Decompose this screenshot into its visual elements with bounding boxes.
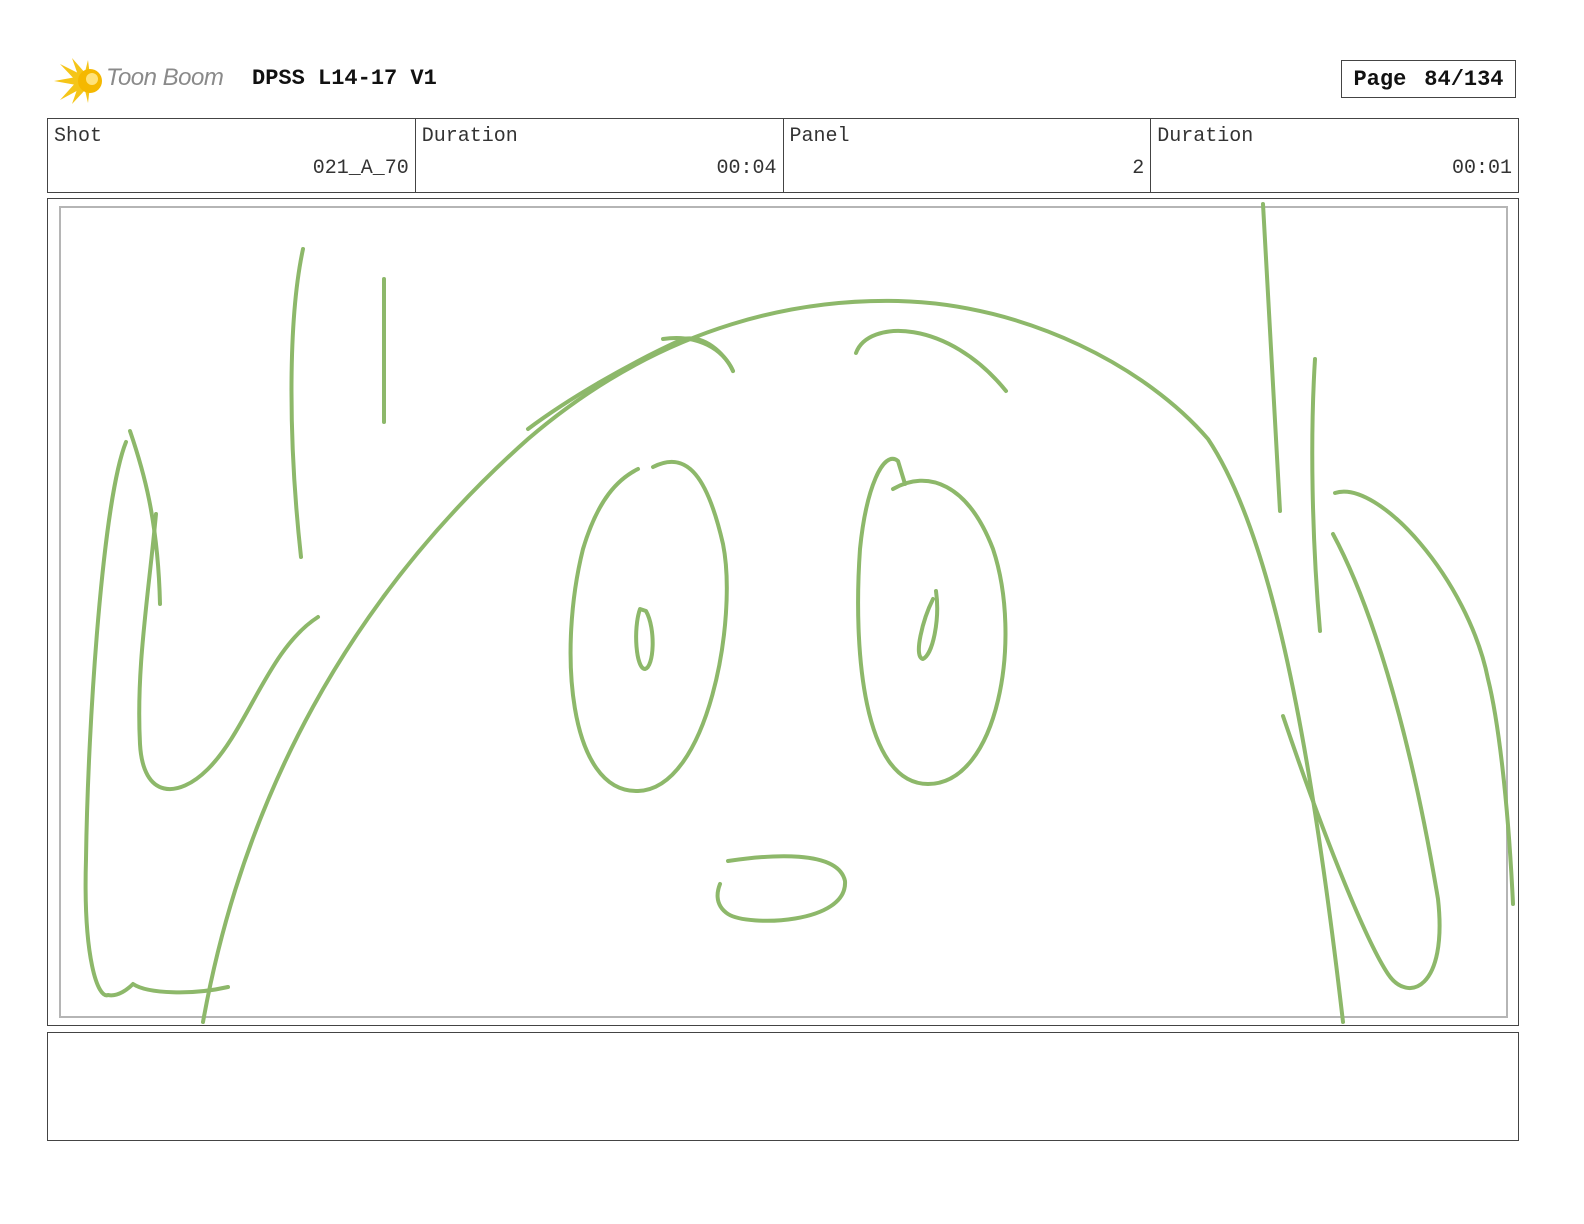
shot-label: Shot [54, 125, 103, 148]
panel-duration-cell: Duration 00:01 [1151, 119, 1518, 192]
shot-duration-cell: Duration 00:04 [416, 119, 784, 192]
eye-left [568, 459, 729, 794]
page-number: 84/134 [1424, 66, 1504, 92]
panel-sketch [83, 202, 1515, 1024]
toon-boom-logo: Toon Boom [52, 56, 242, 106]
shot-duration-label: Duration [421, 125, 518, 148]
hair-strand-4 [1261, 202, 1282, 513]
panel-notes-box [47, 1032, 1519, 1141]
panel-label: Panel [789, 125, 850, 148]
shot-value: 021_A_70 [312, 157, 409, 180]
eye-right [856, 457, 1008, 786]
brow-right [854, 328, 1008, 393]
hair-strand-5 [1310, 357, 1322, 633]
right-hair-curl [1333, 489, 1515, 906]
shot-cell: Shot 021_A_70 [48, 119, 416, 192]
head-outline [201, 298, 1345, 1024]
page-indicator: Page 84/134 [1341, 60, 1516, 98]
page-label: Page [1353, 66, 1407, 92]
panel-duration-value: 00:01 [1451, 157, 1512, 180]
pupil-right [916, 589, 940, 661]
mouth [715, 854, 848, 923]
panel-duration-label: Duration [1157, 125, 1254, 148]
toon-boom-starburst-icon [54, 58, 102, 104]
shot-info-table: Shot 021_A_70 Duration 00:04 Panel 2 Dur… [47, 118, 1519, 193]
hair-strand-1 [289, 247, 305, 559]
storyboard-panel [47, 198, 1519, 1026]
brand-name: Toon Boom [106, 64, 224, 91]
pupil-left [634, 607, 655, 671]
document-title: DPSS L14-17 V1 [252, 66, 437, 91]
shot-duration-value: 00:04 [716, 157, 777, 180]
panel-cell: Panel 2 [784, 119, 1152, 192]
panel-value: 2 [1132, 157, 1145, 180]
